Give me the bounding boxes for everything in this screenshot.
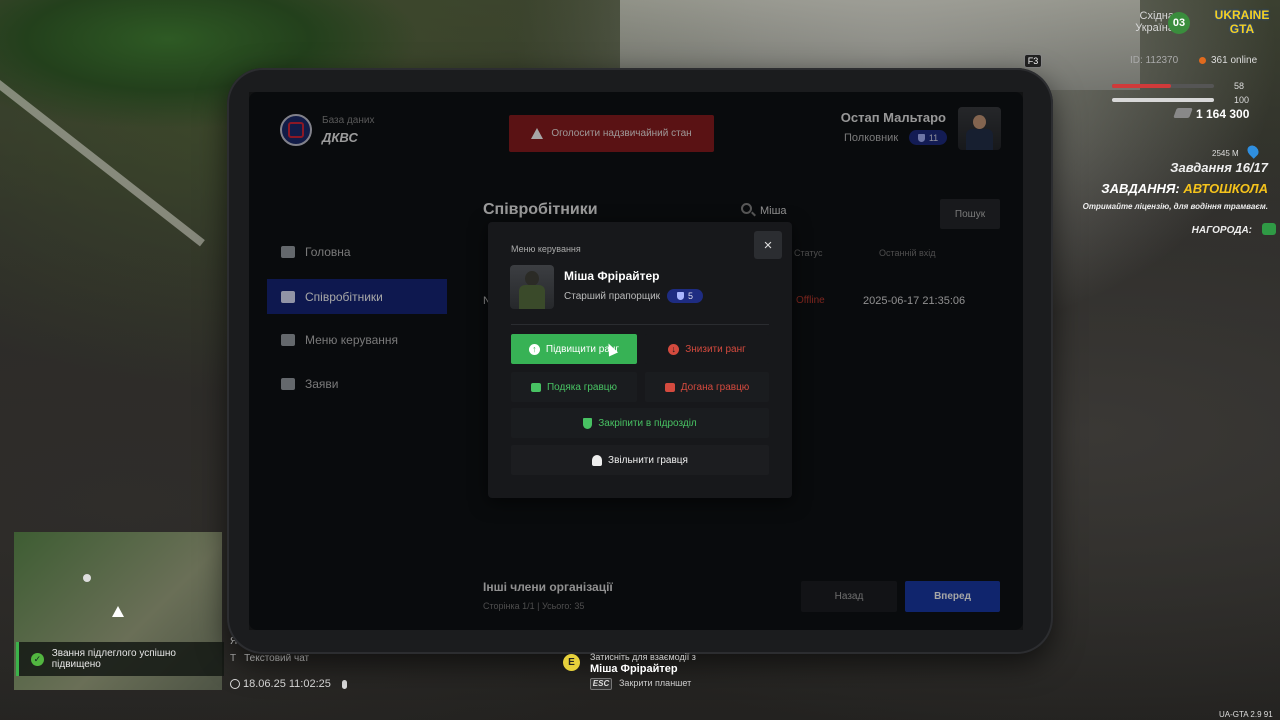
demote-button[interactable]: ↓ Знизити ранг — [645, 334, 769, 364]
health-bar — [1112, 84, 1214, 88]
hud-zone-badge: 03 — [1168, 12, 1190, 34]
chat-hint: Я T Текстовий чат — [230, 636, 310, 664]
map-pin-icon — [1245, 143, 1261, 159]
employee-rank-badge: 5 — [667, 289, 703, 303]
f3-key-hint: F3 — [1024, 54, 1042, 68]
online-count: 361 online — [1211, 55, 1258, 66]
esc-hint: Закрити планшет — [619, 678, 692, 688]
microphone-icon — [341, 679, 347, 689]
task-name: ЗАВДАННЯ: АВТОШКОЛА — [1101, 181, 1268, 196]
notification-text: Звання підлеглого успішно підвищено — [51, 648, 176, 670]
game-logo: UKRAINE GTA — [1214, 8, 1270, 36]
employee-rank: Старший прапорщик — [564, 291, 661, 302]
divider — [511, 324, 769, 325]
player-id: ID: 112370 — [1130, 55, 1179, 66]
clock-icon — [230, 679, 240, 689]
thumbs-up-icon — [530, 382, 541, 392]
online-icon — [1199, 57, 1206, 64]
cash-icon — [1173, 108, 1193, 118]
assign-unit-button[interactable]: Закріпити в підрозділ — [511, 408, 769, 438]
employee-avatar — [510, 265, 554, 309]
esc-key: ESC — [590, 678, 612, 690]
user-remove-icon — [592, 454, 603, 466]
arrow-down-icon: ↓ — [668, 343, 680, 355]
promote-button[interactable]: ↑ Підвищити ранг — [511, 334, 637, 364]
modal-label: Меню керування — [511, 244, 581, 254]
armor-bar — [1112, 98, 1214, 102]
thanks-button[interactable]: Подяка гравцю — [511, 372, 637, 402]
task-reward-label: НАГОРОДА: — [1191, 225, 1252, 236]
shield-plus-icon — [583, 417, 593, 429]
clock: 18.06.25 11:02:25 — [230, 678, 347, 690]
distance: 2545 M — [1212, 149, 1239, 158]
armor-value: 100 — [1234, 95, 1250, 105]
version-label: UA-GTA 2.9 91 — [1219, 710, 1273, 719]
shield-icon — [676, 292, 684, 300]
task-description: Отримайте ліцензію, для водіння трамваєм… — [1082, 202, 1268, 211]
notification-toast: ✓ Звання підлеглого успішно підвищено — [16, 642, 224, 676]
close-icon: × — [763, 236, 773, 254]
employee-name: Міша Фрірайтер — [564, 269, 660, 283]
close-button[interactable]: × — [754, 231, 782, 259]
hud-region: Східна Україна — [1135, 10, 1174, 34]
interact-hint: Затисніть для взаємодії з — [590, 652, 696, 662]
chat-key: T — [230, 653, 237, 664]
waypoint-blip-icon — [83, 574, 91, 582]
reward-money-icon — [1262, 223, 1276, 235]
health-value: 58 — [1234, 81, 1245, 91]
rebuke-button[interactable]: Догана гравцю — [645, 372, 769, 402]
check-icon: ✓ — [31, 652, 44, 666]
thumbs-down-icon — [664, 382, 675, 392]
money-amount: 1 164 300 — [1196, 107, 1250, 121]
interact-target: Міша Фрірайтер — [590, 663, 678, 675]
arrow-up-icon: ↑ — [528, 343, 540, 355]
player-arrow-icon — [112, 606, 124, 617]
fire-player-button[interactable]: Звільнити гравця — [511, 445, 769, 475]
task-progress: Завдання 16/17 — [1170, 160, 1268, 175]
interact-key: E — [563, 654, 580, 671]
